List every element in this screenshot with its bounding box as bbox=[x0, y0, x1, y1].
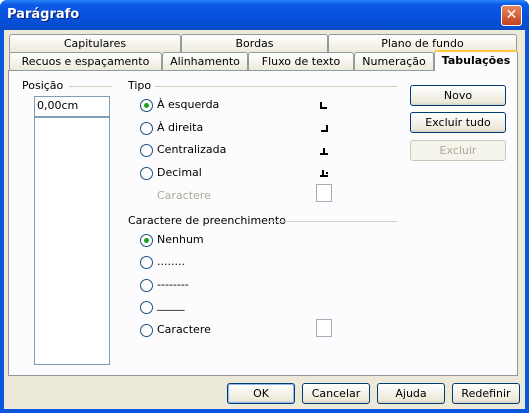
tab-alinhamento[interactable]: Alinhamento bbox=[162, 52, 248, 71]
center-tab-icon bbox=[320, 148, 328, 155]
radio-fill-character-label[interactable]: Caractere bbox=[157, 323, 211, 336]
radio-fill-dots-label[interactable]: ........ bbox=[157, 255, 185, 268]
tab-bordas[interactable]: Bordas bbox=[181, 34, 328, 53]
window-title: Parágrafo bbox=[7, 7, 80, 22]
radio-fill-dashes[interactable] bbox=[140, 279, 153, 292]
fill-group-label: Caractere de preenchimento bbox=[128, 214, 286, 227]
radio-fill-none-label[interactable]: Nenhum bbox=[157, 233, 204, 246]
right-tab-icon bbox=[321, 125, 328, 132]
radio-centered-label[interactable]: Centralizada bbox=[157, 143, 226, 156]
new-button[interactable]: Novo bbox=[410, 85, 506, 106]
tab-capitulares[interactable]: Capitulares bbox=[9, 34, 181, 53]
radio-fill-underline-label[interactable]: _____ bbox=[157, 298, 185, 311]
tab-tabulacoes[interactable]: Tabulações bbox=[434, 50, 518, 71]
radio-fill-dashes-label[interactable]: -------- bbox=[157, 278, 189, 291]
radio-decimal[interactable] bbox=[140, 167, 153, 180]
position-input[interactable]: 0,00cm bbox=[34, 96, 110, 117]
radio-left-label[interactable]: À esquerda bbox=[157, 98, 219, 111]
type-group-label: Tipo bbox=[128, 79, 152, 92]
radio-left[interactable] bbox=[140, 99, 153, 112]
close-button[interactable]: ✕ bbox=[501, 5, 522, 26]
fill-character-input[interactable] bbox=[316, 319, 332, 337]
radio-fill-dots[interactable] bbox=[140, 256, 153, 269]
tab-recuos-espacamento[interactable]: Recuos e espaçamento bbox=[9, 52, 162, 71]
dialog-body: Capitulares Bordas Plano de fundo Recuos… bbox=[4, 30, 525, 409]
type-divider bbox=[155, 86, 397, 87]
delete-all-button[interactable]: Excluir tudo bbox=[410, 112, 506, 133]
position-list[interactable] bbox=[34, 117, 110, 365]
radio-right-label[interactable]: À direita bbox=[157, 121, 203, 134]
reset-button[interactable]: Redefinir bbox=[452, 383, 520, 404]
tab-fluxo-de-texto[interactable]: Fluxo de texto bbox=[248, 52, 354, 71]
fill-divider bbox=[268, 221, 397, 222]
radio-centered[interactable] bbox=[140, 144, 153, 157]
type-character-label: Caractere bbox=[157, 189, 211, 202]
radio-fill-underline[interactable] bbox=[140, 301, 153, 314]
radio-right[interactable] bbox=[140, 122, 153, 135]
title-bar[interactable]: Parágrafo ✕ bbox=[0, 0, 529, 30]
ok-button[interactable]: OK bbox=[227, 383, 295, 404]
help-button[interactable]: Ajuda bbox=[377, 383, 445, 404]
dialog-window: Parágrafo ✕ Capitulares Bordas Plano de … bbox=[0, 0, 529, 413]
decimal-tab-icon bbox=[320, 170, 328, 177]
tab-numeracao[interactable]: Numeração bbox=[354, 52, 434, 71]
position-group-label: Posição bbox=[22, 79, 64, 92]
left-tab-icon bbox=[320, 102, 327, 109]
radio-fill-none[interactable] bbox=[140, 234, 153, 247]
delete-button[interactable]: Excluir bbox=[410, 140, 506, 161]
position-divider bbox=[69, 86, 112, 87]
tab-panel-tabulacoes: Posição 0,00cm Tipo À esquerda À direita… bbox=[8, 70, 518, 376]
cancel-button[interactable]: Cancelar bbox=[302, 383, 370, 404]
radio-decimal-label[interactable]: Decimal bbox=[157, 166, 202, 179]
radio-fill-character[interactable] bbox=[140, 324, 153, 337]
type-character-input[interactable] bbox=[316, 184, 332, 202]
